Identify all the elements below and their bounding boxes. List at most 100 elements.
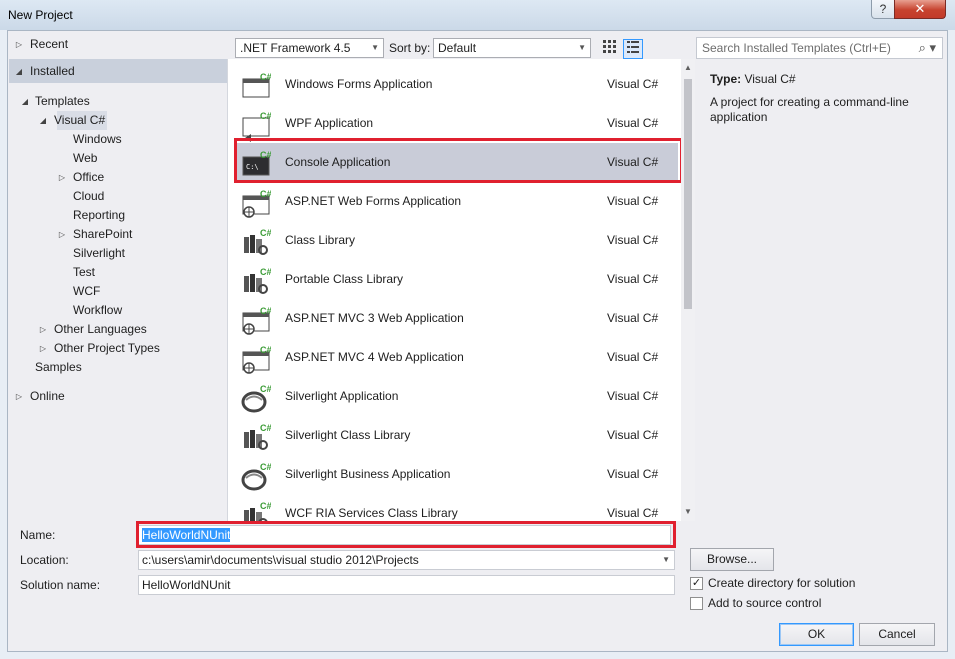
template-row[interactable]: C# WCF RIA Services Class Library Visual C… <box>234 494 678 521</box>
tree-item-samples[interactable]: Samples <box>35 358 82 377</box>
expand-arrow-icon[interactable]: ▷ <box>14 35 24 54</box>
template-row[interactable]: C# Silverlight Application Visual C# <box>234 377 678 416</box>
search-icon[interactable]: ⌕ ▾ <box>919 38 936 58</box>
framework-select[interactable]: .NET Framework 4.5 ▼ <box>235 38 384 58</box>
scroll-down-icon[interactable]: ▼ <box>681 507 695 516</box>
template-name: Silverlight Business Application <box>285 467 451 481</box>
list-view-button[interactable] <box>623 39 643 59</box>
window-title: New Project <box>8 8 73 22</box>
tree-item-cloud[interactable]: Cloud <box>73 187 104 206</box>
template-row[interactable]: C# Silverlight Business Application Visual… <box>234 455 678 494</box>
windows-forms-icon: C# <box>241 71 272 101</box>
highlight-box-name <box>136 521 676 548</box>
tree-item-test[interactable]: Test <box>73 263 95 282</box>
small-icons-view-button[interactable] <box>599 39 619 59</box>
template-list-scrollbar[interactable]: ▲ ▼ <box>681 59 695 521</box>
browse-button[interactable]: Browse... <box>690 548 774 571</box>
template-language: Visual C# <box>607 233 659 247</box>
template-row[interactable]: C# ASP.NET MVC 4 Web Application Visual C# <box>234 338 678 377</box>
silverlight-business-icon: C# <box>241 461 272 491</box>
svg-text:C#: C# <box>260 306 271 316</box>
tree-label: Other Project Types <box>54 341 160 355</box>
ok-button[interactable]: OK <box>779 623 854 646</box>
template-language: Visual C# <box>607 77 659 91</box>
template-name: ASP.NET MVC 4 Web Application <box>285 350 464 364</box>
tree-item-windows[interactable]: Windows <box>73 130 122 149</box>
template-row[interactable]: C# ASP.NET Web Forms Application Visual C# <box>234 182 678 221</box>
create-directory-checkbox[interactable]: ✓ <box>690 577 703 590</box>
template-name: WCF RIA Services Class Library <box>285 506 458 520</box>
template-language: Visual C# <box>607 116 659 130</box>
list-icon <box>627 41 639 53</box>
expand-arrow-icon[interactable]: ▷ <box>38 320 48 339</box>
tree-label: Office <box>73 170 105 184</box>
template-name: ASP.NET Web Forms Application <box>285 194 462 208</box>
expand-arrow-icon[interactable]: ▷ <box>14 387 24 406</box>
scroll-up-icon[interactable]: ▲ <box>681 63 695 72</box>
help-button[interactable]: ? <box>871 0 895 19</box>
tree-item-web[interactable]: Web <box>73 149 97 168</box>
tree-label: Web <box>73 151 98 165</box>
silverlight-icon: C# <box>241 383 272 413</box>
wpf-icon: C# <box>241 110 272 142</box>
chevron-down-icon[interactable]: ▼ <box>662 551 670 569</box>
svg-text:C#: C# <box>260 384 271 394</box>
template-name: Portable Class Library <box>285 272 404 286</box>
expand-arrow-icon[interactable]: ▷ <box>57 168 67 187</box>
solution-name-field[interactable]: HelloWorldNUnit <box>138 575 675 595</box>
scroll-thumb[interactable] <box>684 79 692 309</box>
template-row[interactable]: C# Class Library Visual C# <box>234 221 678 260</box>
tree-item-silverlight[interactable]: Silverlight <box>73 244 125 263</box>
wcf-ria-icon: C# <box>241 500 272 521</box>
sort-by-label: Sort by: <box>389 41 431 55</box>
template-language: Visual C# <box>607 467 659 481</box>
template-language: Visual C# <box>607 311 659 325</box>
template-row[interactable]: C# Windows Forms Application Visual C# <box>234 65 678 104</box>
mvc4-icon: C# <box>241 344 272 374</box>
template-language: Visual C# <box>607 350 659 364</box>
template-list[interactable]: C# Windows Forms Application Visual C# C# WP… <box>227 59 694 521</box>
tree-label: Windows <box>73 132 122 146</box>
search-templates-input[interactable]: Search Installed Templates (Ctrl+E) ⌕ ▾ <box>696 37 943 59</box>
template-row[interactable]: C# Silverlight Class Library Visual C# <box>234 416 678 455</box>
template-row[interactable]: C# ASP.NET MVC 3 Web Application Visual C# <box>234 299 678 338</box>
collapse-arrow-icon[interactable]: ◢ <box>20 92 30 111</box>
collapse-arrow-icon[interactable]: ◢ <box>14 62 24 81</box>
tree-label-installed: Installed <box>30 64 75 78</box>
tree-label-visual-c: Visual C# <box>54 113 106 127</box>
template-name: Silverlight Class Library <box>285 428 411 442</box>
tree-label: SharePoint <box>73 227 133 241</box>
template-row[interactable]: C# Portable Class Library Visual C# <box>234 260 678 299</box>
template-language: Visual C# <box>607 194 659 208</box>
framework-value: .NET Framework 4.5 <box>240 41 351 55</box>
template-name: Silverlight Application <box>285 389 399 403</box>
location-field[interactable]: c:\users\amir\documents\visual studio 20… <box>138 550 675 570</box>
svg-text:C#: C# <box>260 189 271 199</box>
tree-item-wcf[interactable]: WCF <box>73 282 100 301</box>
tree-item-workflow[interactable]: Workflow <box>73 301 122 320</box>
tree-item-reporting[interactable]: Reporting <box>73 206 125 225</box>
solution-name-label: Solution name: <box>20 578 101 592</box>
template-language: Visual C# <box>607 428 659 442</box>
expand-arrow-icon[interactable]: ▷ <box>57 225 67 244</box>
svg-text:C#: C# <box>260 345 271 355</box>
solution-name-value: HelloWorldNUnit <box>142 578 231 592</box>
template-language: Visual C# <box>607 506 659 520</box>
tree-label-recent: Recent <box>30 37 69 51</box>
add-source-control-checkbox[interactable] <box>690 597 703 610</box>
collapse-arrow-icon[interactable]: ◢ <box>38 111 48 130</box>
template-name: Windows Forms Application <box>285 77 433 91</box>
mvc3-icon: C# <box>241 305 272 335</box>
sort-value: Default <box>438 41 477 55</box>
cancel-button[interactable]: Cancel <box>859 623 935 646</box>
tree-label: Cloud <box>73 189 105 203</box>
location-value: c:\users\amir\documents\visual studio 20… <box>142 553 419 567</box>
close-button[interactable]: ✕ <box>894 0 946 19</box>
create-directory-label: Create directory for solution <box>708 576 856 590</box>
tree-label: Samples <box>35 360 82 374</box>
description-type: Type: Visual C# <box>710 72 796 86</box>
dialog-client: ▷ Recent ◢ Installed ◢ Templates ◢ Visua… <box>7 30 948 652</box>
sort-select[interactable]: Default ▼ <box>433 38 591 58</box>
expand-arrow-icon[interactable]: ▷ <box>38 339 48 358</box>
title-bar: New Project ? ✕ <box>0 0 955 30</box>
